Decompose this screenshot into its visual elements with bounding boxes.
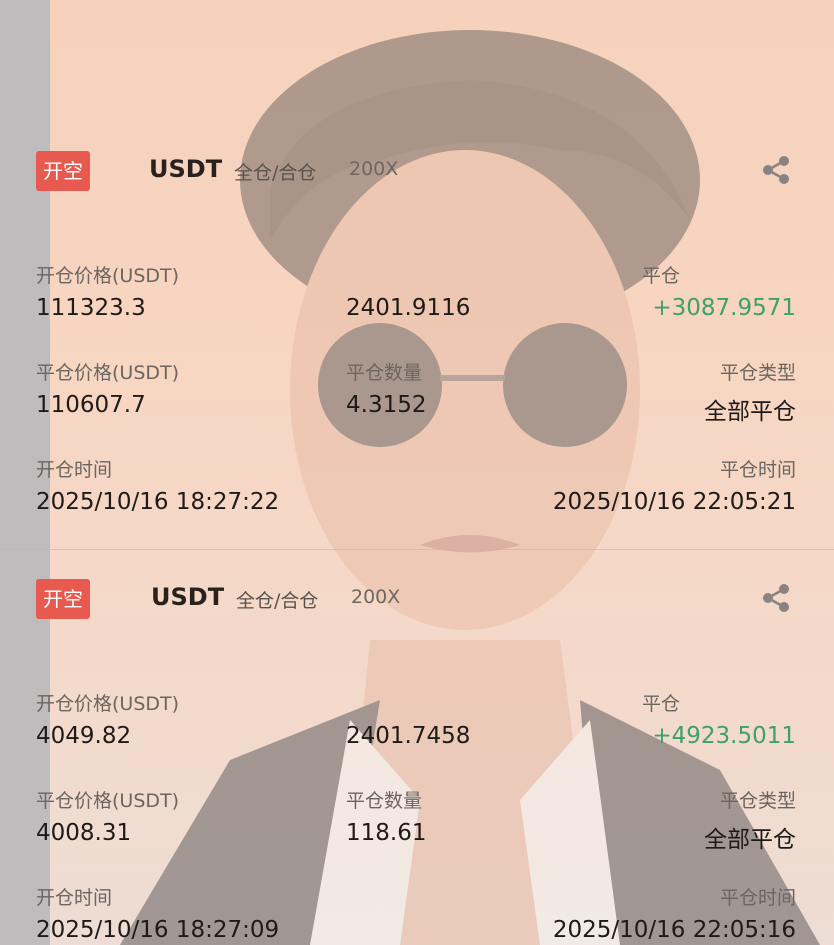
close-time: 2025/10/16 22:05:21	[552, 489, 796, 515]
open-time-label: 开仓时间	[36, 459, 113, 481]
symbol: USDT	[151, 583, 225, 611]
open-price: 111323.3	[36, 295, 146, 321]
close-time-label: 平仓时间	[719, 887, 796, 909]
open-time: 2025/10/16 18:27:22	[36, 489, 280, 515]
margin-mode: 全仓/合仓	[234, 162, 317, 184]
share-icon[interactable]	[761, 155, 791, 185]
pnl-label: 平仓	[641, 265, 680, 287]
qty-value: 2401.9116	[346, 295, 471, 321]
symbol: USDT	[149, 155, 223, 183]
pnl-value: +4923.5011	[652, 723, 796, 749]
close-type: 全部平仓	[704, 399, 796, 425]
open-time-label: 开仓时间	[36, 887, 113, 909]
close-price-label: 平仓价格(USDT)	[36, 362, 180, 384]
margin-mode: 全仓/合仓	[236, 590, 319, 612]
open-time: 2025/10/16 18:27:09	[36, 917, 280, 943]
side-tag: 开空	[36, 151, 90, 191]
pnl-value: +3087.9571	[652, 295, 796, 321]
qty-value: 2401.7458	[346, 723, 471, 749]
open-price-label: 开仓价格(USDT)	[36, 265, 180, 287]
close-time-label: 平仓时间	[719, 459, 796, 481]
close-qty: 118.61	[346, 820, 427, 846]
card-divider	[0, 549, 834, 550]
side-tag: 开空	[36, 579, 90, 619]
close-price: 4008.31	[36, 820, 132, 846]
leverage: 200X	[349, 158, 399, 180]
open-price: 4049.82	[36, 723, 132, 749]
close-time: 2025/10/16 22:05:16	[552, 917, 796, 943]
share-icon[interactable]	[761, 583, 791, 613]
close-price-label: 平仓价格(USDT)	[36, 790, 180, 812]
leverage: 200X	[351, 586, 401, 608]
close-qty-label: 平仓数量	[346, 790, 423, 812]
open-price-label: 开仓价格(USDT)	[36, 693, 180, 715]
close-type-label: 平仓类型	[719, 790, 796, 812]
close-type-label: 平仓类型	[719, 362, 796, 384]
close-qty: 4.3152	[346, 392, 427, 418]
close-type: 全部平仓	[704, 827, 796, 853]
pnl-label: 平仓	[641, 693, 680, 715]
close-price: 110607.7	[36, 392, 146, 418]
close-qty-label: 平仓数量	[346, 362, 423, 384]
